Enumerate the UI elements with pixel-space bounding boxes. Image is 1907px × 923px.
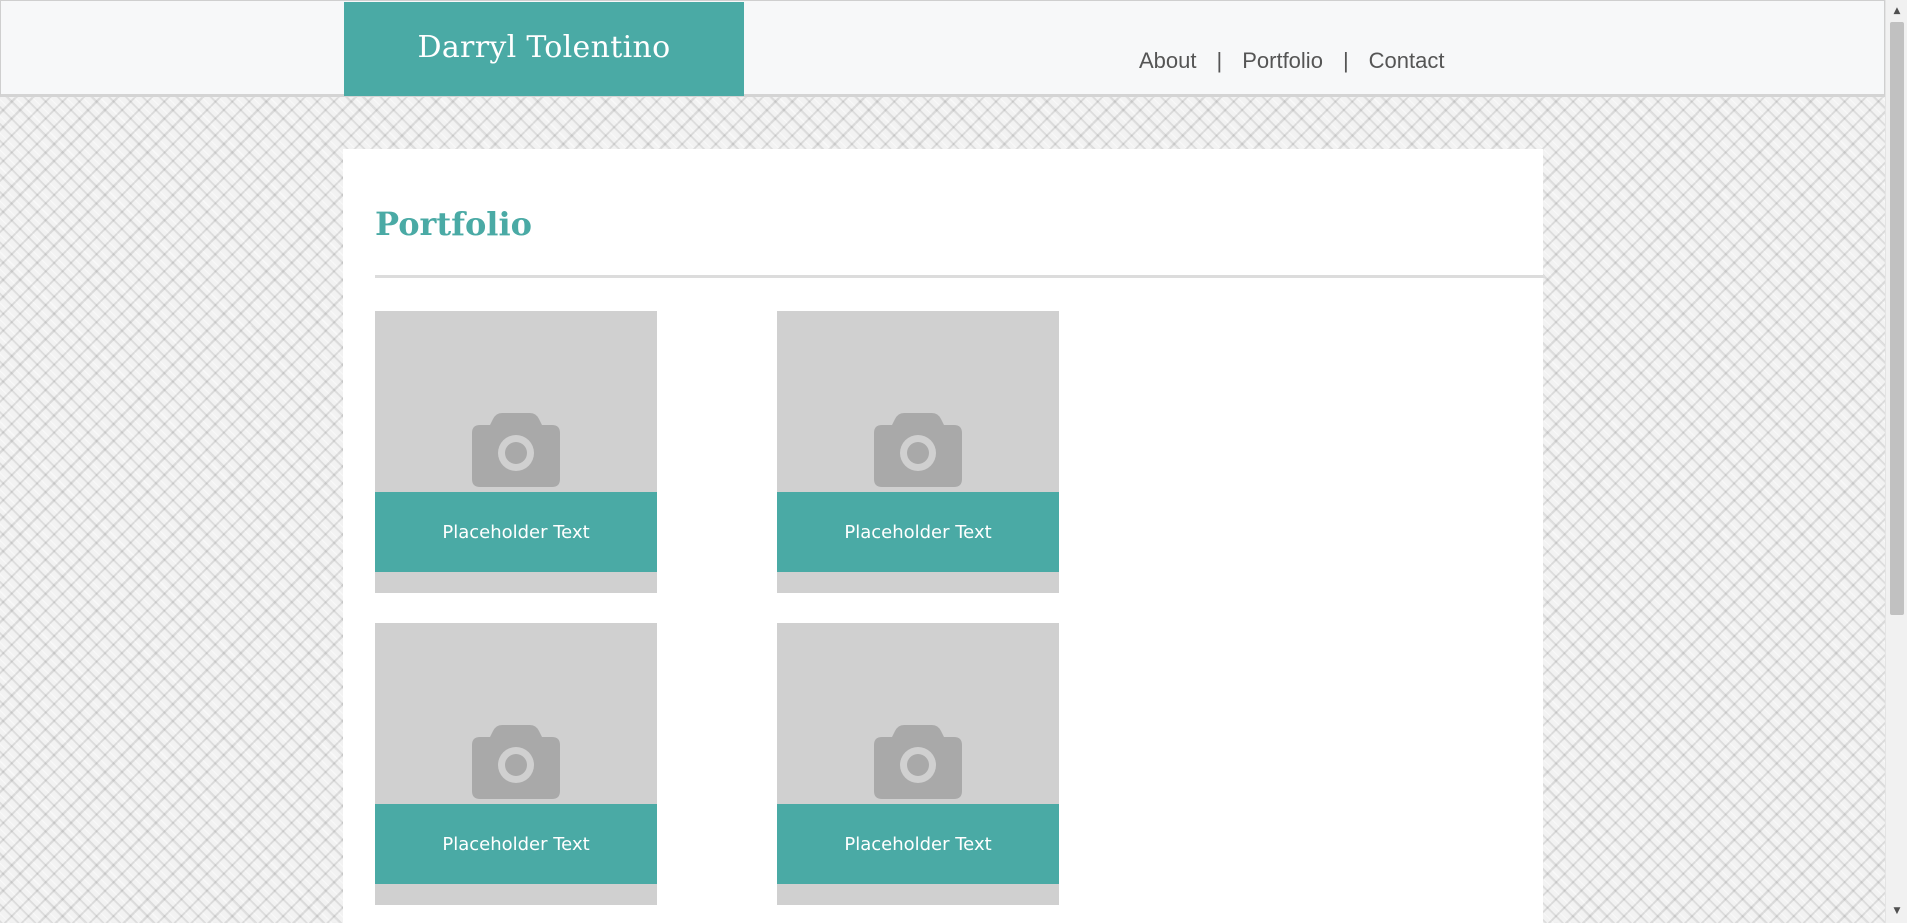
scroll-down-arrow-icon[interactable]: ▼ (1886, 902, 1907, 920)
scroll-up-arrow-icon[interactable]: ▲ (1886, 2, 1907, 20)
portfolio-card[interactable]: Placeholder Text (777, 311, 1059, 593)
card-caption: Placeholder Text (777, 492, 1059, 572)
card-caption: Placeholder Text (777, 804, 1059, 884)
nav-separator: | (1342, 48, 1349, 73)
camera-icon (472, 725, 560, 799)
main-nav: About | Portfolio | Contact (1139, 48, 1444, 74)
nav-separator: | (1216, 48, 1223, 73)
portfolio-card[interactable]: Placeholder Text (777, 623, 1059, 905)
page-title: Portfolio (375, 205, 532, 243)
nav-link-portfolio[interactable]: Portfolio (1242, 48, 1323, 74)
nav-link-about[interactable]: About (1139, 48, 1197, 74)
title-divider (375, 275, 1545, 278)
portfolio-card[interactable]: Placeholder Text (375, 623, 657, 905)
site-title[interactable]: Darryl Tolentino (418, 30, 671, 65)
card-caption: Placeholder Text (375, 804, 657, 884)
camera-icon (472, 413, 560, 487)
main-content: Portfolio Placeholder Text Placeholder T… (343, 149, 1545, 923)
camera-icon (874, 413, 962, 487)
portfolio-card[interactable]: Placeholder Text (375, 311, 657, 593)
vertical-scrollbar[interactable]: ▲ ▼ (1885, 0, 1907, 923)
site-header: Darryl Tolentino About | Portfolio | Con… (0, 0, 1885, 97)
brand-block[interactable]: Darryl Tolentino (344, 2, 744, 96)
card-caption: Placeholder Text (375, 492, 657, 572)
camera-icon (874, 725, 962, 799)
scrollbar-thumb[interactable] (1890, 22, 1904, 615)
nav-link-contact[interactable]: Contact (1369, 48, 1445, 74)
